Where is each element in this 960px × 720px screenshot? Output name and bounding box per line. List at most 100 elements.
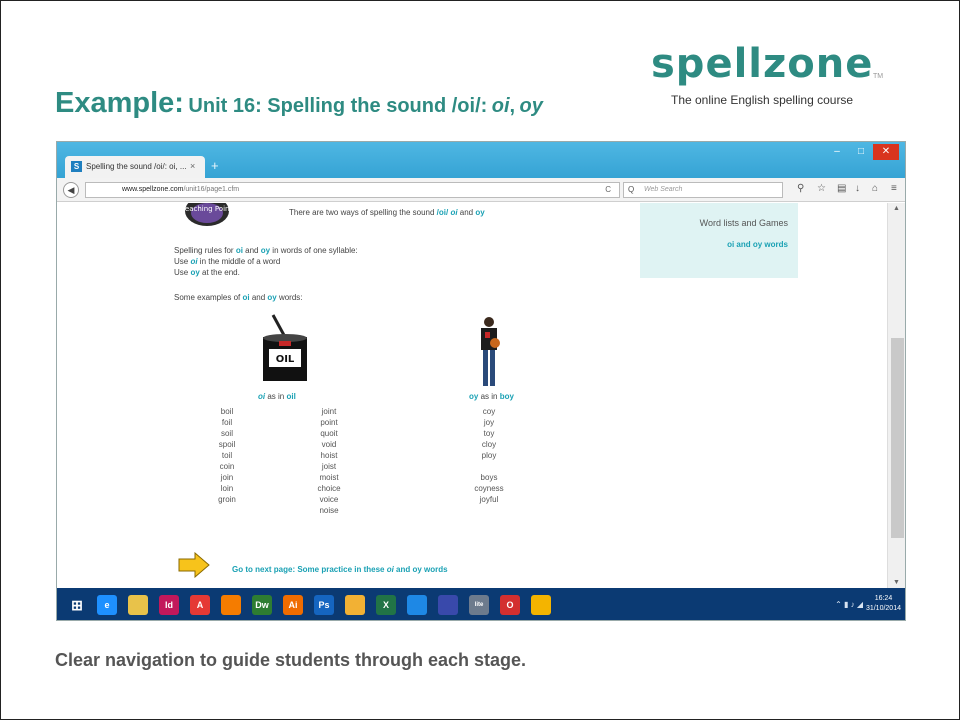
rule1-oi: oi	[190, 257, 198, 266]
system-tray-icons[interactable]: ⌃ ▮ ♪ ◢	[835, 600, 863, 609]
list-item: joint	[321, 407, 337, 416]
rule-1: Use oi in the middle of a word	[174, 257, 280, 266]
sidebar-title: Word lists and Games	[699, 218, 788, 228]
list-item: boil	[220, 407, 234, 416]
bookmark-star-icon[interactable]: ☆	[817, 183, 826, 194]
oy-caption-oy: oy	[469, 392, 479, 401]
next-oy: oy	[412, 565, 422, 574]
list-item: joy	[483, 418, 495, 427]
rule2-post: at the end.	[199, 268, 240, 277]
oi-caption-mid: as in	[265, 392, 287, 401]
intro-sound: /oi/	[436, 208, 449, 217]
slide-frame: Example: Unit 16: Spelling the sound /oi…	[0, 0, 960, 720]
windows-taskbar: ⊞ e Id A Dw Ai Ps Xlite O ⌃ ▮ ♪ ◢ 16:24 31/10/2…	[57, 588, 905, 620]
rule-2: Use oy at the end.	[174, 268, 240, 277]
intro-oy: oy	[475, 208, 485, 217]
opera-icon[interactable]: O	[500, 595, 520, 615]
pen-icon[interactable]	[438, 595, 458, 615]
examples-pre: Some examples of	[174, 293, 243, 302]
rule1-pre: Use	[174, 257, 191, 266]
illustrator-icon[interactable]: Ai	[283, 595, 303, 615]
rule2-pre: Use	[174, 268, 191, 277]
list-item: noise	[319, 506, 339, 515]
intro-and: and	[457, 208, 476, 217]
search-bar[interactable]: Q Web Search	[623, 182, 783, 198]
oy-word-column: coy joy toy cloy ploy boys coyness joyfu…	[464, 406, 514, 505]
examples-oi: oi	[242, 293, 250, 302]
list-item: toy	[483, 429, 495, 438]
tab-close-icon[interactable]: ×	[190, 161, 195, 171]
sidebar-box: Word lists and Games oi and oy words	[640, 203, 798, 278]
clipboard-icon[interactable]: ▤	[837, 183, 846, 194]
photoshop-icon[interactable]: Ps	[314, 595, 334, 615]
next-page-link[interactable]: Go to next page: Some practice in these …	[232, 565, 448, 574]
list-item: soil	[220, 429, 233, 438]
list-item: boys	[480, 473, 498, 482]
maximize-icon[interactable]: □	[849, 144, 873, 160]
file-explorer-icon[interactable]	[128, 595, 148, 615]
excel-icon[interactable]: X	[376, 595, 396, 615]
window-close-icon[interactable]: ✕	[873, 144, 899, 160]
ie-icon[interactable]: e	[97, 595, 117, 615]
next-post: words	[421, 565, 448, 574]
scroll-thumb[interactable]	[891, 338, 904, 538]
next-arrow-icon[interactable]	[177, 552, 211, 578]
browser-titlebar: S Spelling the sound /oi/: oi, ... × + –…	[57, 142, 905, 178]
vertical-scrollbar[interactable]: ▲ ▼	[887, 203, 905, 588]
windows-start-icon[interactable]: ⊞	[67, 595, 87, 615]
taskbar-clock[interactable]: 16:24 31/10/2014	[866, 594, 901, 614]
next-oi: oi	[386, 565, 394, 574]
rules-post: in words of one syllable:	[270, 246, 358, 255]
oi-caption: oi as in oil	[258, 392, 296, 401]
list-item: joyful	[479, 495, 499, 504]
browser-tab[interactable]: S Spelling the sound /oi/: oi, ... ×	[65, 156, 205, 178]
minimize-icon[interactable]: –	[825, 144, 849, 160]
indesign-icon[interactable]: Id	[159, 595, 179, 615]
dreamweaver-icon[interactable]: Dw	[252, 595, 272, 615]
scroll-down-icon[interactable]: ▼	[893, 579, 900, 586]
tab-title: Spelling the sound /oi/: oi, ...	[86, 162, 187, 171]
reload-icon[interactable]: C	[605, 185, 611, 194]
slide-caption: Clear navigation to guide students throu…	[55, 650, 527, 670]
list-item: hoist	[320, 451, 338, 460]
rules-pre: Spelling rules for	[174, 246, 236, 255]
slide-title: Example: Unit 16: Spelling the sound /oi…	[55, 87, 543, 120]
chrome-icon[interactable]	[531, 595, 551, 615]
lite-icon[interactable]: lite	[469, 595, 489, 615]
list-item: quoit	[320, 429, 338, 438]
list-item: groin	[218, 495, 236, 504]
list-item: cloy	[481, 440, 497, 449]
list-item: coin	[219, 462, 235, 471]
url-path: /unit16/page1.cfm	[183, 186, 240, 193]
list-item: coy	[482, 407, 496, 416]
examples-oy: oy	[267, 293, 277, 302]
list-item: void	[321, 440, 337, 449]
address-bar[interactable]: www.spellzone.com/unit16/page1.cfm C	[85, 182, 620, 198]
publisher-icon[interactable]	[407, 595, 427, 615]
teaching-point-text: Teaching Point	[182, 205, 232, 213]
list-item	[464, 461, 514, 472]
intro-oi: oi	[450, 208, 458, 217]
new-tab-icon[interactable]: +	[211, 158, 219, 173]
search-page-icon[interactable]: ⚲	[797, 183, 804, 194]
scroll-up-icon[interactable]: ▲	[893, 205, 900, 212]
back-arrow-icon[interactable]: ◀	[63, 182, 79, 198]
oi-word-column-2: joint point quoit void hoist joist moist…	[304, 406, 354, 516]
clock-date: 31/10/2014	[865, 605, 901, 612]
rules-and: and	[242, 246, 261, 255]
menu-icon[interactable]: ≡	[891, 183, 897, 194]
oil-can-label: OIL	[276, 354, 295, 365]
acrobat-icon[interactable]: A	[190, 595, 210, 615]
logo-trademark: TM	[873, 73, 884, 80]
sidebar-link-oi-oy-words[interactable]: oi and oy words	[727, 240, 788, 249]
home-icon[interactable]: ⌂	[872, 183, 878, 194]
list-item: choice	[317, 484, 341, 493]
outlook-icon[interactable]	[345, 595, 365, 615]
firefox-icon[interactable]	[221, 595, 241, 615]
download-icon[interactable]: ↓	[855, 183, 860, 194]
next-and: and	[393, 565, 413, 574]
rules-oi: oi	[235, 246, 243, 255]
title-oy: oy	[519, 95, 543, 117]
list-item: toil	[221, 451, 233, 460]
list-item: joist	[321, 462, 337, 471]
